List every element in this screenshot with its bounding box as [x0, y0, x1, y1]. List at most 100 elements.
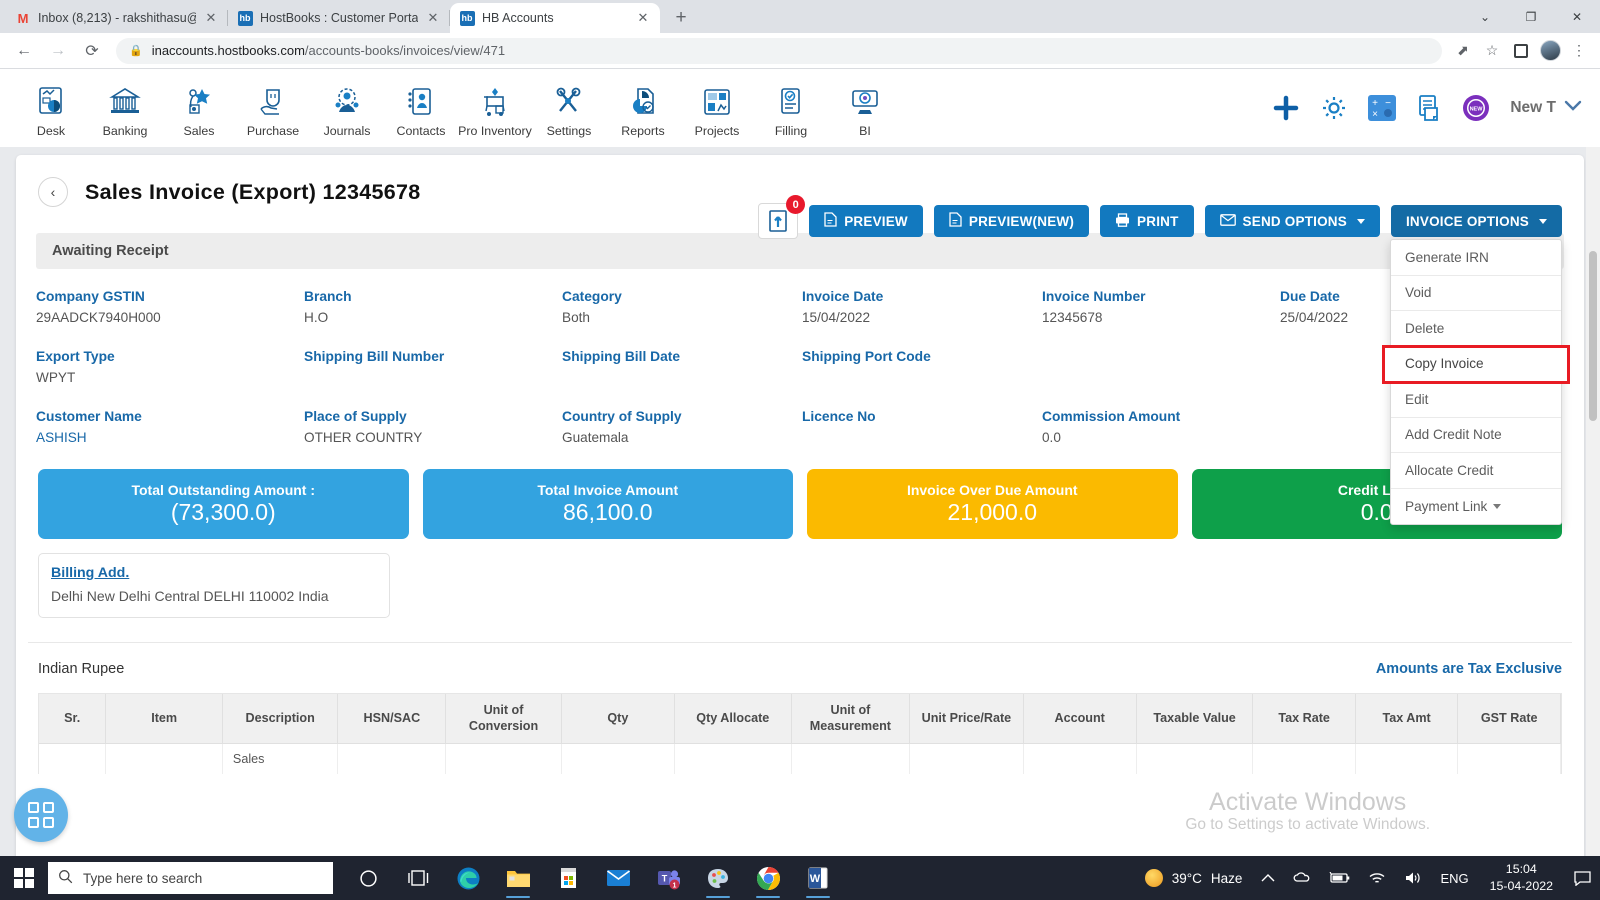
task-view-icon[interactable]	[395, 856, 441, 900]
forward-navigation-icon[interactable]: →	[42, 35, 74, 67]
edge-icon[interactable]	[445, 856, 491, 900]
share-export-button[interactable]: 0	[758, 195, 806, 239]
table-row[interactable]: Sales	[39, 743, 1561, 775]
address-bar[interactable]: 🔒 inaccounts.hostbooks.com/accounts-book…	[116, 37, 1442, 64]
menu-item-payment-link[interactable]: Payment Link	[1391, 489, 1561, 525]
col-sr: Sr.	[39, 694, 107, 745]
word-icon[interactable]: W	[795, 856, 841, 900]
field-label: Country of Supply	[562, 409, 682, 424]
billing-address-title[interactable]: Billing Add.	[51, 565, 377, 581]
minimize-icon[interactable]: ⌄	[1462, 0, 1508, 33]
chrome-icon[interactable]	[745, 856, 791, 900]
menu-item-void[interactable]: Void	[1391, 276, 1561, 311]
field-value: Both	[562, 310, 590, 325]
send-options-button[interactable]: SEND OPTIONS	[1204, 205, 1380, 237]
back-navigation-icon[interactable]: ←	[8, 35, 40, 67]
wifi-icon[interactable]	[1359, 856, 1395, 900]
gear-icon[interactable]	[1320, 94, 1348, 122]
battery-icon[interactable]	[1319, 856, 1359, 900]
close-window-icon[interactable]: ✕	[1554, 0, 1600, 33]
weather-widget[interactable]: 39°C Haze	[1135, 869, 1253, 887]
col-tax-amt: Tax Amt	[1355, 694, 1459, 745]
browser-tab-2[interactable]: hb HB Accounts ✕	[450, 3, 660, 33]
cell-taxable-value	[1136, 743, 1254, 775]
tab-close-icon[interactable]: ✕	[635, 10, 651, 26]
nav-item-pro-inventory[interactable]: Pro Inventory	[458, 78, 532, 138]
field-branch: Branch H.O	[304, 289, 562, 327]
field-label: Company GSTIN	[36, 289, 145, 304]
windows-start-icon[interactable]	[0, 856, 48, 900]
nav-item-filling[interactable]: Filling	[754, 78, 828, 138]
field-place-of-supply: Place of Supply OTHER COUNTRY	[304, 409, 562, 447]
taskbar-search-input[interactable]: Type here to search	[48, 862, 333, 894]
field-value	[802, 370, 1042, 387]
nav-item-bi[interactable]: BI	[828, 78, 902, 138]
teams-icon[interactable]: T1	[645, 856, 691, 900]
apps-grid-button[interactable]	[14, 788, 68, 842]
nav-item-settings[interactable]: Settings	[532, 78, 606, 138]
star-icon[interactable]: ☆	[1479, 38, 1505, 64]
menu-item-add-credit-note[interactable]: Add Credit Note	[1391, 418, 1561, 453]
new-tab-button[interactable]: +	[667, 4, 695, 32]
nav-item-contacts[interactable]: Contacts	[384, 78, 458, 138]
notes-icon[interactable]	[1416, 94, 1442, 122]
taskbar-clock[interactable]: 15:04 15-04-2022	[1478, 861, 1565, 894]
menu-item-generate-irn[interactable]: Generate IRN	[1391, 240, 1561, 276]
cell-account	[1023, 743, 1137, 775]
field-row-2: Export Type WPYT Shipping Bill Number Sh…	[36, 349, 1564, 387]
paint-3d-icon[interactable]	[695, 856, 741, 900]
field-value[interactable]: ASHISH	[36, 430, 304, 447]
menu-item-allocate-credit[interactable]: Allocate Credit	[1391, 453, 1561, 489]
browser-tab-0[interactable]: M Inbox (8,213) - rakshithasu@gma ✕	[6, 3, 228, 33]
preview-button[interactable]: PREVIEW	[809, 205, 923, 237]
kebab-menu-icon[interactable]: ⋮	[1566, 38, 1592, 64]
onedrive-icon[interactable]	[1284, 856, 1319, 900]
side-panel-icon[interactable]	[1508, 38, 1534, 64]
mail-icon[interactable]	[595, 856, 641, 900]
calculator-icon[interactable]: + − ×	[1368, 95, 1397, 121]
page-scrollbar[interactable]	[1586, 147, 1600, 856]
share-icon[interactable]: ⬈	[1450, 38, 1476, 64]
print-button[interactable]: PRINT	[1100, 205, 1194, 237]
nav-item-purchase[interactable]: Purchase	[236, 78, 310, 138]
cortana-icon[interactable]	[345, 856, 391, 900]
chevron-up-icon[interactable]	[1252, 856, 1284, 900]
chevron-down-icon	[1539, 218, 1547, 224]
nav-item-banking[interactable]: Banking	[88, 78, 162, 138]
back-button[interactable]: ‹	[38, 177, 68, 207]
invoice-options-dropdown: Generate IRN Void Delete Copy Invoice Ed…	[1382, 239, 1570, 525]
new-badge-icon[interactable]: NEW	[1462, 94, 1490, 122]
tab-close-icon[interactable]: ✕	[203, 10, 219, 26]
file-explorer-icon[interactable]	[495, 856, 541, 900]
nav-item-sales[interactable]: Sales	[162, 78, 236, 138]
scrollbar-thumb[interactable]	[1589, 251, 1597, 421]
add-plus-icon[interactable]	[1272, 94, 1300, 122]
avatar[interactable]	[1537, 38, 1563, 64]
preview-new-button[interactable]: PREVIEW(NEW)	[933, 205, 1090, 237]
maximize-icon[interactable]: ❐	[1508, 0, 1554, 33]
user-menu[interactable]: New T	[1510, 99, 1582, 117]
nav-item-desk[interactable]: Desk	[14, 78, 88, 138]
reload-icon[interactable]: ⟳	[76, 35, 108, 67]
svg-text:T: T	[661, 873, 667, 883]
language-indicator[interactable]: ENG	[1431, 856, 1477, 900]
field-label: Invoice Date	[802, 289, 884, 304]
invoice-options-button[interactable]: INVOICE OPTIONS	[1390, 205, 1562, 237]
browser-tab-1[interactable]: hb HostBooks : Customer Portal ✕	[228, 3, 450, 33]
microsoft-store-icon[interactable]	[545, 856, 591, 900]
field-export-type: Export Type WPYT	[36, 349, 304, 387]
nav-label: BI	[859, 124, 871, 138]
sales-icon	[182, 83, 216, 121]
nav-item-projects[interactable]: Projects	[680, 78, 754, 138]
nav-label: Projects	[694, 124, 740, 138]
nav-item-reports[interactable]: Reports	[606, 78, 680, 138]
nav-item-journals[interactable]: Journals	[310, 78, 384, 138]
volume-icon[interactable]	[1395, 856, 1431, 900]
menu-item-delete[interactable]: Delete	[1391, 311, 1561, 347]
field-label: Export Type	[36, 349, 115, 364]
menu-item-edit[interactable]: Edit	[1391, 382, 1561, 418]
app-nav-right-actions: + − × NEW New T	[1272, 69, 1582, 147]
menu-item-copy-invoice[interactable]: Copy Invoice	[1382, 344, 1570, 384]
tab-close-icon[interactable]: ✕	[425, 10, 441, 26]
notification-icon[interactable]	[1565, 856, 1600, 900]
